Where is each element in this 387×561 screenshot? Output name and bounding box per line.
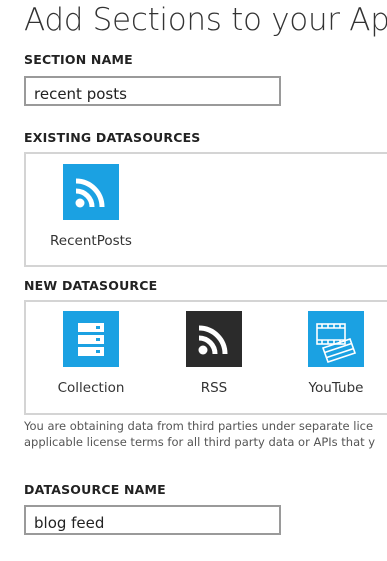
- section-name-input[interactable]: [24, 76, 281, 106]
- license-disclaimer: You are obtaining data from third partie…: [24, 418, 387, 450]
- section-name-label: SECTION NAME: [24, 52, 133, 67]
- existing-datasources-panel: RecentPosts: [24, 152, 387, 267]
- collection-icon: [63, 311, 119, 367]
- existing-datasources-label: EXISTING DATASOURCES: [24, 130, 201, 145]
- add-sections-page: Add Sections to your App SECTION NAME EX…: [0, 0, 387, 561]
- video-icon: [308, 311, 364, 367]
- disclaimer-line-1: You are obtaining data from third partie…: [24, 419, 374, 433]
- page-title: Add Sections to your App: [24, 2, 387, 38]
- datasource-name-label: DATASOURCE NAME: [24, 482, 166, 497]
- rss-icon: [63, 164, 119, 220]
- datasource-tile-label: RecentPosts: [50, 233, 132, 249]
- new-datasource-tile-label: YouTube: [308, 380, 364, 396]
- new-datasource-tile-label: RSS: [200, 380, 228, 396]
- new-datasource-label: NEW DATASOURCE: [24, 278, 158, 293]
- disclaimer-line-2: applicable license terms for all third p…: [24, 435, 376, 449]
- datasource-tile-recentposts[interactable]: RecentPosts: [36, 164, 146, 249]
- new-datasource-tile-rss[interactable]: RSS: [159, 311, 269, 396]
- datasource-name-input[interactable]: [24, 505, 281, 535]
- new-datasource-tile-collection[interactable]: Collection: [36, 311, 146, 396]
- new-datasource-tile-label: Collection: [57, 380, 125, 396]
- rss-icon: [186, 311, 242, 367]
- new-datasource-tile-youtube[interactable]: YouTube: [281, 311, 387, 396]
- new-datasource-panel: Collection RSS YouTube: [24, 300, 387, 415]
